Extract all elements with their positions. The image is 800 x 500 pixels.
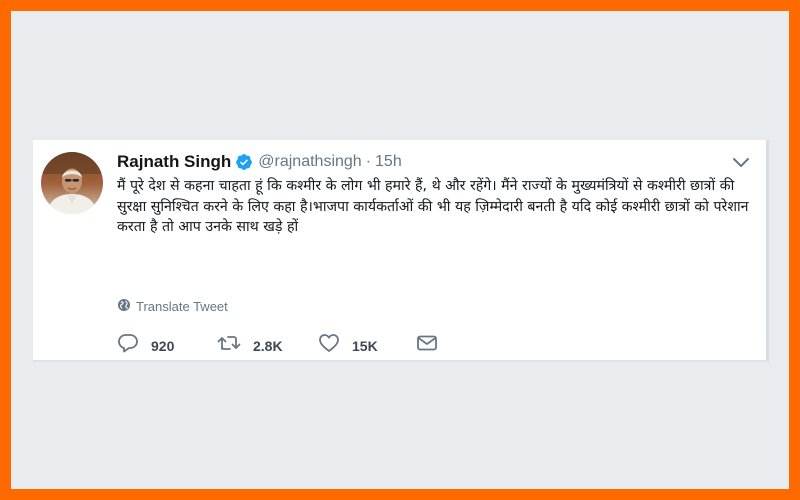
retweet-button[interactable]: 2.8K — [217, 334, 318, 357]
tweet-text: मैं पूरे देश से कहना चाहता हूं कि कश्मीर… — [117, 178, 749, 235]
reply-count: 920 — [151, 337, 175, 354]
tweet-actions: 920 2.8K 15K — [117, 333, 438, 358]
direct-message-button[interactable] — [416, 334, 438, 357]
direct-message-icon — [416, 334, 438, 357]
retweet-icon — [217, 334, 241, 357]
like-count: 15K — [352, 337, 378, 354]
translate-tweet-label: Translate Tweet — [136, 299, 228, 314]
tweet-timestamp[interactable]: 15h — [375, 153, 402, 171]
like-button[interactable]: 15K — [318, 333, 416, 358]
avatar-image — [41, 152, 103, 214]
retweet-count: 2.8K — [253, 337, 283, 354]
avatar[interactable] — [41, 152, 103, 214]
globe-icon — [117, 298, 136, 315]
chevron-down-icon[interactable] — [732, 156, 750, 170]
translate-tweet-link[interactable]: Translate Tweet — [117, 298, 228, 315]
separator-dot: · — [365, 153, 372, 170]
tweet-header: Rajnath Singh @rajnathsingh · 15h — [117, 152, 402, 172]
user-handle[interactable]: @rajnathsingh — [258, 153, 361, 171]
reply-button[interactable]: 920 — [117, 333, 217, 358]
reply-icon — [117, 333, 139, 358]
display-name[interactable]: Rajnath Singh — [117, 152, 231, 172]
verified-badge-icon — [235, 153, 253, 171]
tweet-card: Rajnath Singh @rajnathsingh · 15h मैं पू… — [33, 140, 769, 362]
heart-icon — [318, 333, 340, 358]
